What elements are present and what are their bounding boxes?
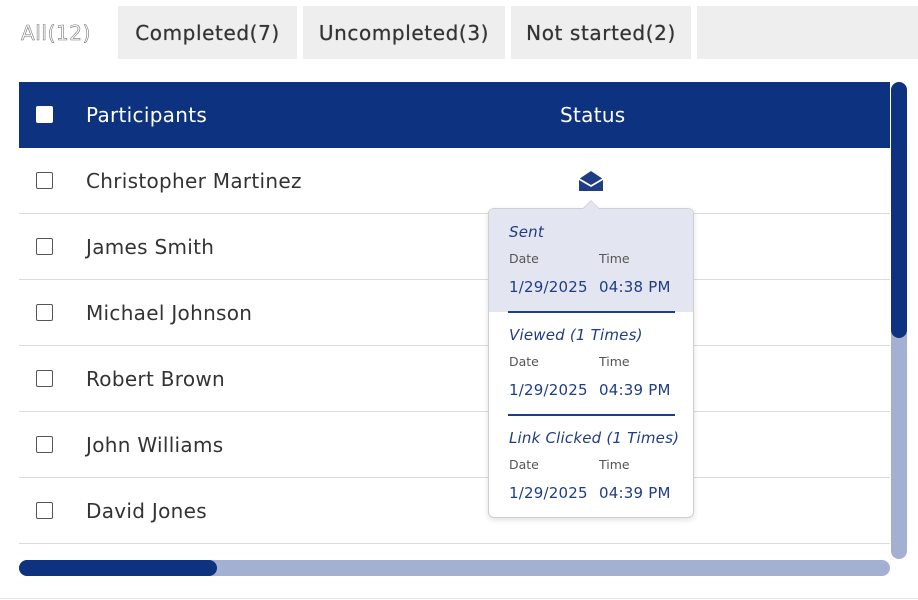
row-checkbox[interactable]: [36, 304, 53, 321]
date-label: Date: [509, 457, 539, 472]
select-all-checkbox[interactable]: [36, 106, 53, 123]
tab-all[interactable]: All(12): [0, 6, 112, 59]
section-title: Viewed (1 Times): [509, 326, 643, 344]
popover-arrow-fill: [583, 201, 599, 209]
date-value: 1/29/2025: [509, 381, 588, 399]
link-clicked-section: Link Clicked (1 Times) Date Time 1/29/20…: [489, 415, 693, 518]
envelope-open-icon[interactable]: [578, 170, 604, 192]
participant-name: John Williams: [86, 433, 224, 457]
participant-name: David Jones: [86, 499, 207, 523]
status-column-header[interactable]: Status: [560, 103, 626, 127]
table-row[interactable]: Robert Brown: [19, 346, 890, 412]
time-label: Time: [599, 457, 630, 472]
horizontal-scrollbar-thumb[interactable]: [19, 560, 217, 576]
time-label: Time: [599, 354, 630, 369]
divider: [0, 598, 918, 599]
table-row[interactable]: James Smith: [19, 214, 890, 280]
table-header: Participants Status: [19, 82, 890, 148]
time-label: Time: [599, 251, 630, 266]
row-checkbox[interactable]: [36, 172, 53, 189]
vertical-scrollbar-thumb[interactable]: [891, 82, 907, 338]
row-checkbox[interactable]: [36, 238, 53, 255]
participant-name: James Smith: [86, 235, 215, 259]
date-value: 1/29/2025: [509, 278, 588, 296]
time-value: 04:38 PM: [599, 278, 671, 296]
table-row[interactable]: Christopher Martinez: [19, 148, 890, 214]
date-label: Date: [509, 251, 539, 266]
tab-uncompleted[interactable]: Uncompleted(3): [303, 6, 505, 59]
row-checkbox[interactable]: [36, 436, 53, 453]
date-value: 1/29/2025: [509, 484, 588, 502]
participants-table: Participants Status Christopher Martinez…: [19, 82, 890, 544]
sent-section: Sent Date Time 1/29/2025 04:38 PM: [489, 209, 693, 312]
tabs-filler: [697, 6, 918, 59]
section-title: Link Clicked (1 Times): [509, 429, 680, 447]
time-value: 04:39 PM: [599, 484, 671, 502]
participants-column-header[interactable]: Participants: [86, 103, 207, 127]
participant-name: Michael Johnson: [86, 301, 253, 325]
tab-completed[interactable]: Completed(7): [118, 6, 297, 59]
row-checkbox[interactable]: [36, 502, 53, 519]
section-title: Sent: [509, 223, 544, 241]
table-row[interactable]: Michael Johnson: [19, 280, 890, 346]
status-tabs: All(12) Completed(7) Uncompleted(3) Not …: [0, 6, 918, 59]
time-value: 04:39 PM: [599, 381, 671, 399]
table-row[interactable]: David Jones: [19, 478, 890, 544]
status-history-popover: Sent Date Time 1/29/2025 04:38 PM Viewed…: [488, 200, 694, 518]
viewed-section: Viewed (1 Times) Date Time 1/29/2025 04:…: [489, 312, 693, 415]
table-row[interactable]: John Williams: [19, 412, 890, 478]
participants-view: All(12) Completed(7) Uncompleted(3) Not …: [0, 0, 918, 600]
row-checkbox[interactable]: [36, 370, 53, 387]
tab-not-started[interactable]: Not started(2): [511, 6, 691, 59]
participant-name: Christopher Martinez: [86, 169, 302, 193]
date-label: Date: [509, 354, 539, 369]
participant-name: Robert Brown: [86, 367, 226, 391]
